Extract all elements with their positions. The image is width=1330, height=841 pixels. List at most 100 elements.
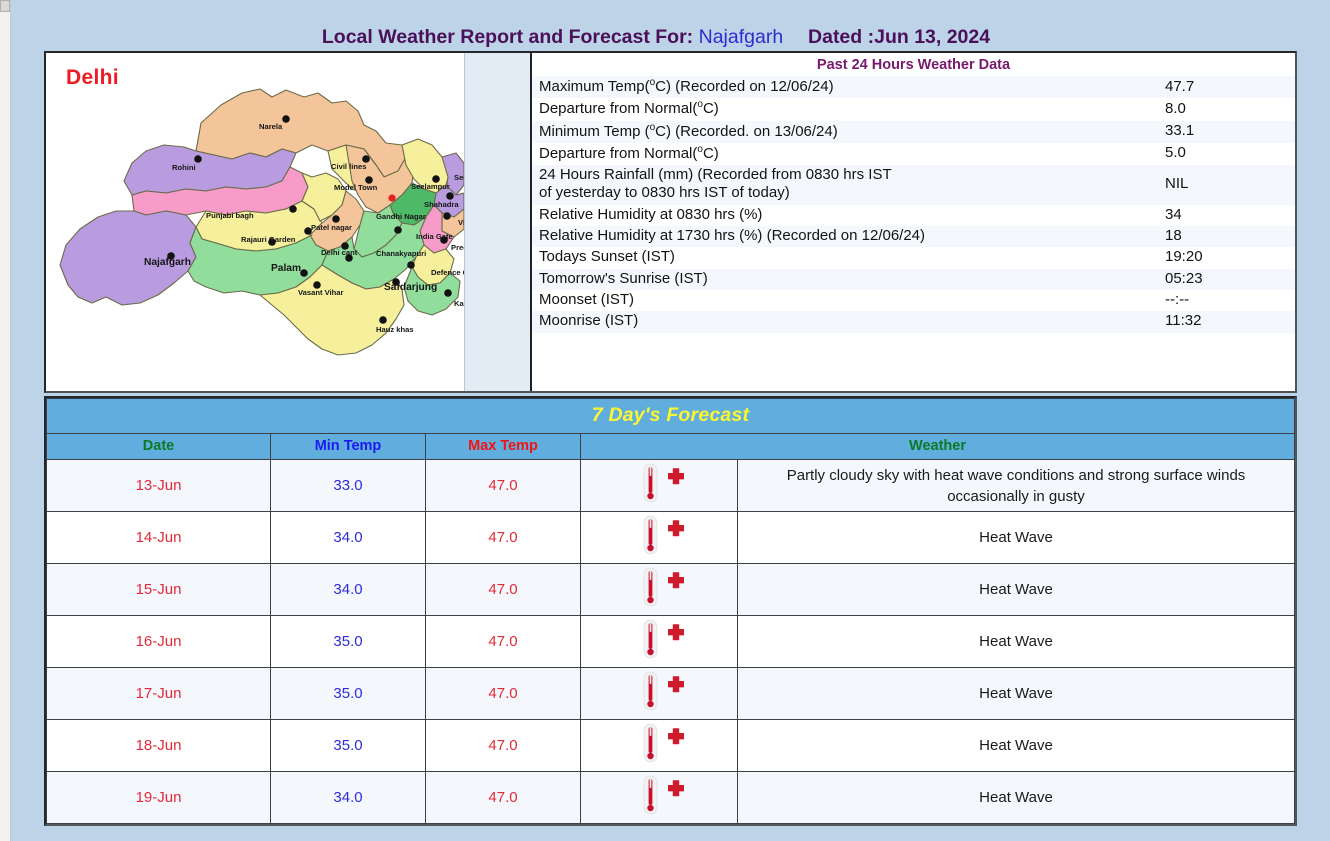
weather-data-row: Departure from Normal(oC) 5.0 — [532, 142, 1295, 166]
forecast-min-temp: 35.0 — [270, 719, 426, 772]
column-header-max-temp: Max Temp — [425, 433, 581, 460]
window-scrollbar-gutter[interactable] — [0, 0, 11, 841]
weather-data-row: Maximum Temp(oC) (Recorded on 12/06/24) 4… — [532, 76, 1295, 99]
forecast-row: 14-Jun 34.0 47.0 Heat Wave — [46, 511, 1295, 564]
weather-data-value: 05:23 — [1155, 268, 1295, 290]
map-station-dot — [289, 205, 297, 213]
weather-data-value: --:-- — [1155, 289, 1295, 312]
weather-data-label: Tomorrow's Sunrise (IST) — [532, 268, 1155, 290]
map-district-label: Rajauri Garden — [241, 235, 296, 244]
forecast-rows: 13-Jun 33.0 47.0 Partly cloudy sky with hea… — [46, 459, 1295, 824]
forecast-max-temp: 47.0 — [425, 771, 581, 824]
forecast-max-temp: 47.0 — [425, 511, 581, 564]
weather-data-label: 24 Hours Rainfall (mm) (Recorded from 08… — [532, 165, 1155, 205]
forecast-max-temp: 47.0 — [425, 615, 581, 668]
column-header-date: Date — [46, 433, 271, 460]
weather-data-value: NIL — [1155, 165, 1295, 205]
weather-data-label: Departure from Normal(oC) — [532, 142, 1155, 166]
forecast-min-temp: 34.0 — [270, 511, 426, 564]
weather-data-value: 34 — [1155, 204, 1295, 227]
weather-data-value: 47.7 — [1155, 76, 1295, 99]
forecast-date: 17-Jun — [46, 667, 271, 720]
page-body: Local Weather Report and Forecast For: N… — [11, 0, 1330, 841]
map-district-label: Seelampur — [411, 182, 450, 191]
past-24-hours-panel: Past 24 Hours Weather Data Maximum Temp(… — [532, 53, 1295, 391]
map-station-dot — [394, 226, 402, 234]
map-data-separator — [464, 53, 532, 391]
page-title: Local Weather Report and Forecast For: N… — [11, 26, 1301, 49]
weather-data-label: Todays Sunset (IST) — [532, 247, 1155, 269]
forecast-weather-text: Heat Wave — [737, 719, 1295, 772]
map-station-dot — [446, 192, 454, 200]
heatwave-thermometer-icon — [643, 671, 684, 711]
map-district-label: Shahadra — [424, 200, 459, 209]
forecast-date: 16-Jun — [46, 615, 271, 668]
weather-data-value: 5.0 — [1155, 142, 1295, 166]
map-district-label: Safdarjung — [384, 282, 437, 293]
scrollbar-thumb[interactable] — [0, 0, 10, 12]
map-station-dot — [379, 316, 387, 324]
weather-data-row: Todays Sunset (IST) 19:20 — [532, 247, 1295, 269]
forecast-table: 7 Day's Forecast Date Min Temp Max Temp … — [46, 398, 1295, 824]
forecast-icon-cell — [580, 667, 738, 720]
forecast-row: 17-Jun 35.0 47.0 Heat Wave — [46, 667, 1295, 720]
forecast-max-temp: 47.0 — [425, 563, 581, 616]
heatwave-thermometer-icon — [643, 619, 684, 659]
map-district-label: Vivek Vihar — [458, 218, 464, 227]
page-title-date: Dated :Jun 13, 2024 — [808, 26, 991, 48]
past-24-hours-rows: Maximum Temp(oC) (Recorded on 12/06/24) 4… — [532, 76, 1295, 333]
map-district-label: Civil lines — [331, 162, 366, 171]
map-district-label: Vasant Vihar — [298, 288, 343, 297]
weather-data-label: Relative Humidity at 0830 hrs (%) — [532, 204, 1155, 227]
map-district-label: Seema Puri — [454, 173, 464, 182]
map-station-dot — [443, 212, 451, 220]
map-district-label: Delhi cant — [321, 248, 358, 257]
map-district-label: Najafgarh — [144, 257, 191, 268]
forecast-header-row: Date Min Temp Max Temp Weather — [46, 433, 1295, 460]
forecast-row: 13-Jun 33.0 47.0 Partly cloudy sky with hea… — [46, 459, 1295, 512]
map-station-dot — [194, 155, 202, 163]
weather-data-value: 18 — [1155, 226, 1295, 248]
forecast-weather-text: Heat Wave — [737, 771, 1295, 824]
forecast-row: 19-Jun 34.0 47.0 Heat Wave — [46, 771, 1295, 824]
weather-data-value: 8.0 — [1155, 98, 1295, 121]
weather-data-value: 11:32 — [1155, 311, 1295, 333]
past-24-hours-heading: Past 24 Hours Weather Data — [532, 53, 1295, 76]
map-station-dot — [300, 269, 308, 277]
weather-data-label: Minimum Temp (oC) (Recorded. on 13/06/24… — [532, 120, 1155, 143]
forecast-min-temp: 35.0 — [270, 667, 426, 720]
weather-data-label: Relative Humidity at 1730 hrs (%) (Recor… — [532, 226, 1155, 248]
forecast-max-temp: 47.0 — [425, 459, 581, 512]
map-district-label: Rohini — [172, 163, 196, 172]
heatwave-thermometer-icon — [643, 463, 684, 503]
forecast-date: 18-Jun — [46, 719, 271, 772]
map-district-label: Preet Vihar — [451, 243, 464, 252]
forecast-min-temp: 34.0 — [270, 771, 426, 824]
weather-data-label: Moonrise (IST) — [532, 311, 1155, 333]
forecast-row: 18-Jun 35.0 47.0 Heat Wave — [46, 719, 1295, 772]
forecast-weather-text: Heat Wave — [737, 615, 1295, 668]
forecast-max-temp: 47.0 — [425, 719, 581, 772]
heatwave-thermometer-icon — [643, 723, 684, 763]
weather-data-value: 19:20 — [1155, 247, 1295, 269]
map-district-label: Gandhi Nagar — [376, 212, 426, 221]
map-district-label: India Gate — [416, 232, 453, 241]
map-station-dot — [388, 194, 396, 202]
forecast-min-temp: 35.0 — [270, 615, 426, 668]
column-header-weather: Weather — [580, 433, 1295, 460]
weather-data-row: Minimum Temp (oC) (Recorded. on 13/06/24… — [532, 120, 1295, 143]
summary-panel: Delhi Narela Rohini Civil lines Model To… — [44, 51, 1297, 393]
map-district-label: Patel nagar — [311, 223, 352, 232]
page-title-prefix: Local Weather Report and Forecast For: — [321, 26, 694, 48]
map-station-dot — [407, 261, 415, 269]
forecast-banner: 7 Day's Forecast — [46, 398, 1295, 434]
page-title-location: Najafgarh — [698, 26, 784, 48]
map-station-dot — [282, 115, 290, 123]
heatwave-thermometer-icon — [643, 567, 684, 607]
weather-data-label: Moonset (IST) — [532, 289, 1155, 312]
weather-data-row: 24 Hours Rainfall (mm) (Recorded from 08… — [532, 165, 1295, 205]
forecast-date: 15-Jun — [46, 563, 271, 616]
forecast-icon-cell — [580, 459, 738, 512]
forecast-weather-text: Heat Wave — [737, 563, 1295, 616]
forecast-icon-cell — [580, 615, 738, 668]
